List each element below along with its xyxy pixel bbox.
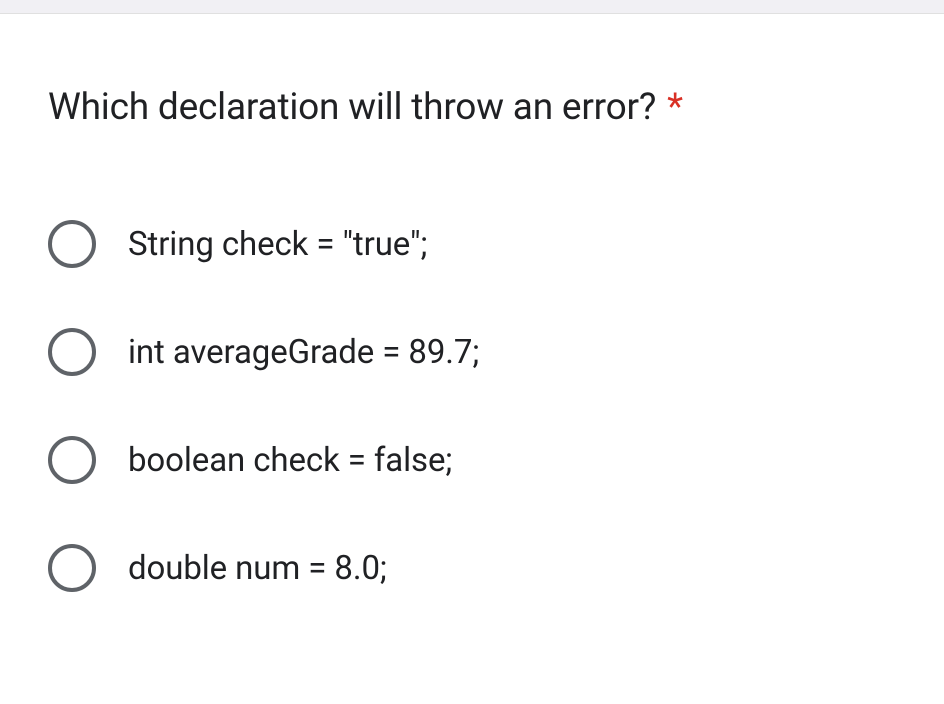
option-label: boolean check = false; xyxy=(128,441,452,480)
option-label: String check = "true"; xyxy=(128,225,427,264)
required-marker: * xyxy=(667,86,683,129)
top-divider-bar xyxy=(0,0,944,14)
radio-option[interactable]: String check = "true"; xyxy=(48,220,896,268)
radio-option[interactable]: int averageGrade = 89.7; xyxy=(48,328,896,376)
radio-circle-icon xyxy=(48,436,96,484)
radio-option[interactable]: boolean check = false; xyxy=(48,436,896,484)
options-list: String check = "true"; int averageGrade … xyxy=(48,220,896,592)
option-label: int averageGrade = 89.7; xyxy=(128,333,479,372)
radio-option[interactable]: double num = 8.0; xyxy=(48,544,896,592)
question-text: Which declaration will throw an error? xyxy=(48,86,656,129)
radio-circle-icon xyxy=(48,544,96,592)
option-label: double num = 8.0; xyxy=(128,549,387,588)
question-container: Which declaration will throw an error? *… xyxy=(0,14,944,632)
radio-circle-icon xyxy=(48,328,96,376)
radio-circle-icon xyxy=(48,220,96,268)
question-title: Which declaration will throw an error? * xyxy=(48,84,896,132)
